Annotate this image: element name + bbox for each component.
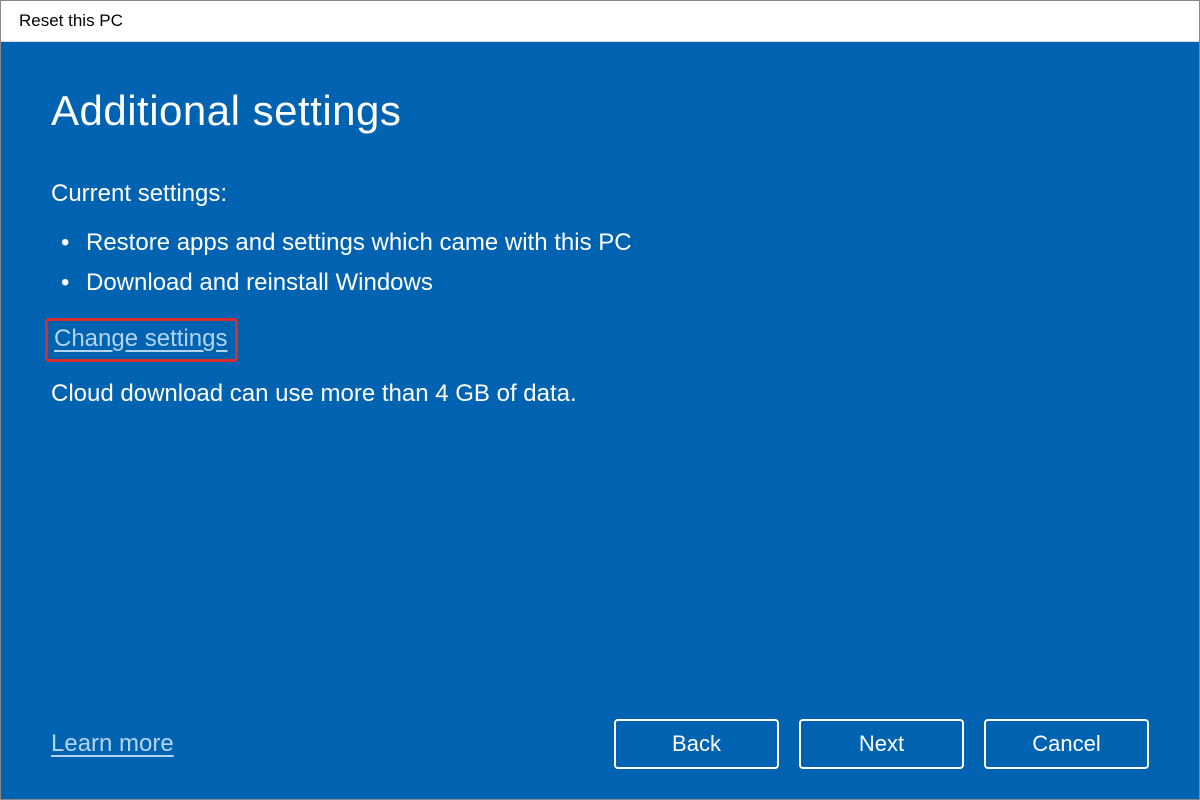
dialog-footer: Learn more Back Next Cancel — [51, 699, 1149, 769]
back-button[interactable]: Back — [614, 719, 779, 769]
dialog-content: Additional settings Current settings: Re… — [1, 42, 1199, 799]
window-titlebar: Reset this PC — [1, 1, 1199, 42]
page-title: Additional settings — [51, 87, 1149, 135]
learn-more-link[interactable]: Learn more — [51, 730, 174, 758]
cloud-download-note: Cloud download can use more than 4 GB of… — [51, 380, 1149, 408]
next-button[interactable]: Next — [799, 719, 964, 769]
window-title: Reset this PC — [19, 11, 123, 30]
reset-pc-window: Reset this PC Additional settings Curren… — [0, 0, 1200, 800]
button-group: Back Next Cancel — [614, 719, 1149, 769]
change-settings-link[interactable]: Change settings — [54, 325, 227, 352]
list-item: Download and reinstall Windows — [61, 263, 1149, 303]
current-settings-label: Current settings: — [51, 180, 1149, 208]
highlight-box: Change settings — [45, 318, 238, 362]
list-item: Restore apps and settings which came wit… — [61, 223, 1149, 263]
settings-list: Restore apps and settings which came wit… — [51, 223, 1149, 303]
cancel-button[interactable]: Cancel — [984, 719, 1149, 769]
